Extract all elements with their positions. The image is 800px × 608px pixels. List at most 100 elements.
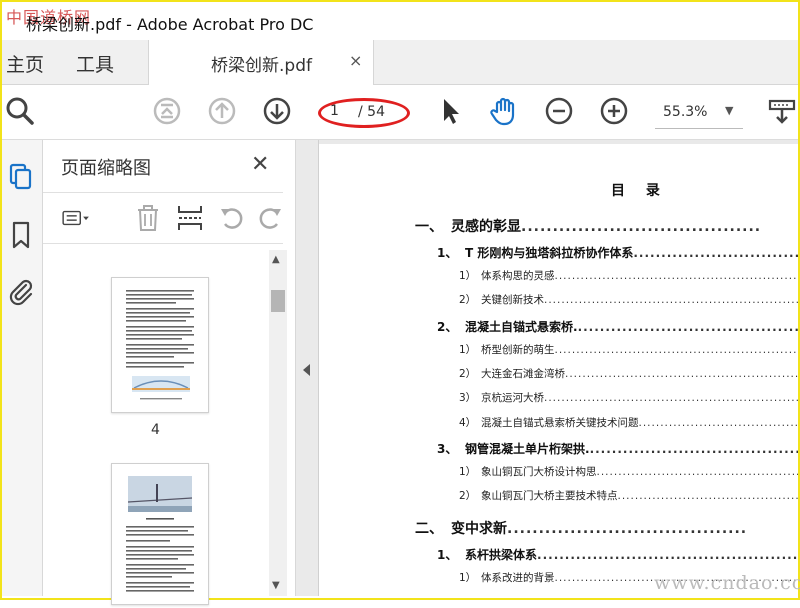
document-tab-name: 桥梁创新.pdf — [211, 56, 312, 76]
next-page-button[interactable] — [261, 95, 293, 127]
delete-page-button[interactable] — [133, 203, 163, 233]
rotate-counterclockwise-button[interactable] — [217, 203, 247, 233]
zoom-select[interactable]: 55.3% ▼ — [655, 98, 743, 129]
toc-entry-leader-dots: ........................................… — [633, 246, 798, 260]
page-thumbnail[interactable] — [111, 277, 209, 413]
pages-icon — [9, 163, 32, 190]
toc-entry-text: 体系改进的背景 — [481, 572, 555, 584]
document-view[interactable]: 目 录 一、 灵感的彰显.............................… — [319, 140, 798, 596]
previous-page-button[interactable] — [206, 95, 238, 127]
document-tab[interactable]: 桥梁创新.pdf × — [148, 40, 374, 85]
toc-entry[interactable]: 2） 关键创新技术................................… — [319, 292, 798, 307]
toc-entry-number: 一、 — [415, 219, 443, 235]
toc-entry-leader-dots: ........................................… — [544, 392, 798, 404]
bookmark-icon — [12, 221, 30, 249]
toc-entry-text: 关键创新技术 — [481, 294, 544, 306]
page-thumbnail-preview — [126, 290, 194, 400]
page-thumbnails-nav-button[interactable] — [6, 162, 36, 192]
pane-title: 页面缩略图 — [61, 158, 151, 179]
toc-entry[interactable]: 3） 京杭运河大桥................................… — [319, 390, 798, 405]
watermark-url: www.cndao.com — [654, 572, 800, 594]
scroll-up-arrow-icon[interactable]: ▲ — [272, 254, 280, 265]
toc-entry[interactable]: 1、 T 形刚构与独塔斜拉桥协作体系.......................… — [319, 244, 798, 261]
toc-entry-number: 1） — [459, 270, 477, 282]
collapse-pane-handle[interactable] — [296, 140, 319, 596]
toc-entry-number: 2） — [459, 368, 477, 380]
first-page-button[interactable] — [151, 95, 183, 127]
zoom-in-button[interactable] — [598, 95, 630, 127]
bookmarks-nav-button[interactable] — [6, 220, 36, 250]
page-thumbnail-preview — [126, 476, 194, 592]
toc-entry-leader-dots: ........................................… — [638, 417, 799, 429]
toc-entry[interactable]: 1） 桥型创新的萌生...............................… — [319, 342, 798, 357]
plus-circle-icon — [600, 97, 628, 125]
toc-entry-leader-dots: ...................................... — [521, 219, 762, 235]
toc-entry[interactable]: 1） 体系构思的灵感...............................… — [319, 268, 798, 283]
menu-bar: 主页 工具 — [2, 40, 798, 85]
scrollbar-thumb[interactable] — [271, 290, 285, 312]
pdf-page: 目 录 一、 灵感的彰显.............................… — [319, 144, 798, 596]
search-icon — [6, 97, 34, 125]
toc-entry-number: 二、 — [415, 521, 443, 537]
first-page-icon — [153, 97, 181, 125]
toc-entry[interactable]: 1、 系杆拱梁体系................................… — [319, 546, 798, 563]
toc-entry[interactable]: 二、 变中求新..................................… — [319, 518, 798, 538]
select-tool-button[interactable] — [434, 95, 466, 127]
toc-title: 目 录 — [611, 183, 668, 199]
toc-entry-text: 混凝土自锚式悬索桥关键技术问题 — [481, 417, 639, 429]
insert-page-button[interactable] — [175, 203, 205, 233]
highlight-annotation-ellipse — [318, 98, 410, 128]
scroll-down-arrow-icon[interactable]: ▼ — [272, 580, 280, 591]
toc-entry-text: 体系构思的灵感 — [481, 270, 555, 282]
collapse-arrow-icon — [303, 364, 310, 376]
paperclip-icon — [9, 279, 33, 306]
download-tray-icon — [768, 99, 796, 124]
close-pane-button[interactable]: ✕ — [251, 152, 269, 177]
toc-entry-leader-dots: ...................................... — [507, 521, 748, 537]
toc-entry-number: 4） — [459, 417, 477, 429]
toc-entry-leader-dots: ........................................… — [565, 368, 798, 380]
save-download-button[interactable] — [766, 95, 798, 127]
attachments-nav-button[interactable] — [6, 276, 36, 306]
chevron-down-icon: ▼ — [725, 104, 734, 117]
toc-entry-text: 象山铜瓦门大桥主要技术特点 — [481, 490, 618, 502]
close-tab-button[interactable]: × — [349, 51, 362, 70]
toc-entry-number: 3） — [459, 392, 477, 404]
toc-entry[interactable]: 2、 混凝土自锚式悬索桥.............................… — [319, 318, 798, 335]
zoom-value: 55.3% — [663, 104, 708, 120]
toc-entry-text: 混凝土自锚式悬索桥. — [465, 320, 578, 334]
toc-entry[interactable]: 2） 大连金石滩金湾桥..............................… — [319, 366, 798, 381]
menu-home[interactable]: 主页 — [6, 50, 44, 77]
toc-entry[interactable]: 一、 灵感的彰显.................................… — [319, 216, 798, 236]
zoom-out-button[interactable] — [543, 95, 575, 127]
toc-entry[interactable]: 3、 钢管混凝土单片桁架拱............................… — [319, 440, 798, 457]
insert-pages-icon — [178, 206, 202, 230]
pointer-arrow-icon — [444, 99, 459, 124]
thumbnail-tools — [43, 192, 283, 244]
left-navigation-bar — [2, 140, 43, 596]
toc-entry[interactable]: 4） 混凝土自锚式悬索桥关键技术问题.......................… — [319, 415, 798, 430]
thumbnail-scrollbar[interactable]: ▲ ▼ — [269, 250, 287, 596]
toc-entry-text: 系杆拱梁体系 — [465, 548, 538, 562]
toc-entry-number: 1） — [459, 344, 477, 356]
toc-entry[interactable]: 1） 象山铜瓦门大桥设计构思...........................… — [319, 464, 798, 479]
toc-entry-text: 钢管混凝土单片桁架拱. — [465, 442, 590, 456]
toc-entry[interactable]: 2） 象山铜瓦门大桥主要技术特点.........................… — [319, 488, 798, 503]
toc-entry-number: 2） — [459, 294, 477, 306]
menu-tools[interactable]: 工具 — [76, 50, 114, 77]
rotate-clockwise-button[interactable] — [255, 203, 281, 233]
toc-entry-text: 大连金石滩金湾桥 — [481, 368, 565, 380]
trash-icon — [138, 205, 158, 231]
toc-entry-leader-dots: ........................................… — [596, 466, 799, 478]
search-button[interactable] — [4, 95, 36, 127]
toc-entry-text: 变中求新 — [451, 521, 507, 537]
toc-entry-number: 2、 — [437, 320, 458, 334]
hand-tool-button[interactable] — [488, 95, 520, 127]
title-bar: 中国道桥网 桥梁创新.pdf - Adobe Acrobat Pro DC — [2, 2, 798, 40]
toc-entry-leader-dots: ........................................… — [554, 344, 799, 356]
options-menu-button[interactable] — [61, 203, 103, 233]
toc-entry-leader-dots: ........................................… — [544, 294, 798, 306]
toc-entry-number: 1、 — [437, 246, 458, 260]
page-thumbnail[interactable] — [111, 463, 209, 605]
toc-entry-number: 1） — [459, 466, 477, 478]
